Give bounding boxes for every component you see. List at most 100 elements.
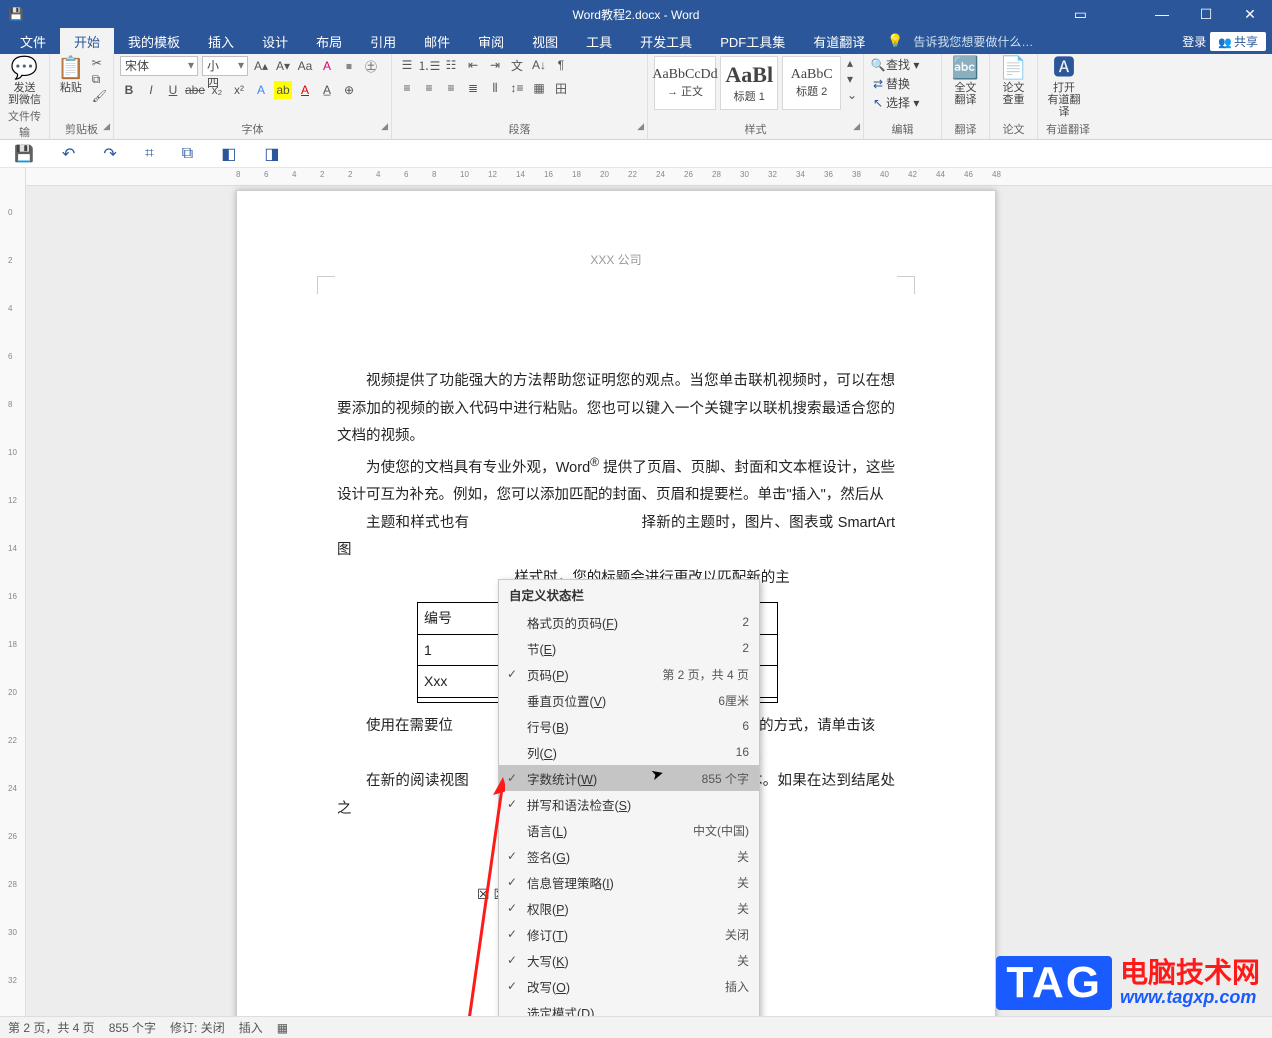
tab-developer[interactable]: 开发工具 — [626, 28, 706, 55]
horizontal-ruler[interactable]: 8642246810121416182022242628303234363840… — [26, 168, 1272, 186]
align-right-icon[interactable]: ≡ — [442, 79, 460, 97]
context-menu-item[interactable]: ✓权限(P)关 — [499, 895, 759, 921]
tab-home[interactable]: 开始 — [60, 28, 114, 55]
text-effects-icon[interactable]: A — [252, 81, 270, 99]
qat-icon1[interactable]: ⌗ — [145, 145, 154, 163]
paste-button[interactable]: 📋粘贴 — [56, 56, 86, 94]
body-paragraph[interactable]: 视频提供了功能强大的方法帮助您证明您的观点。当您单击联机视频时，可以在想要添加的… — [337, 368, 895, 451]
save-icon[interactable]: 💾 — [14, 144, 34, 164]
undo-icon[interactable]: ↶ — [62, 144, 75, 164]
strike-button[interactable]: abe — [186, 81, 204, 99]
thesis-check-button[interactable]: 📄论文 查重 — [996, 56, 1031, 106]
show-marks-icon[interactable]: ¶ — [552, 56, 570, 74]
qat-icon4[interactable]: ◨ — [264, 144, 279, 164]
context-menu-item[interactable]: ✓信息管理策略(I)关 — [499, 869, 759, 895]
tab-pdftools[interactable]: PDF工具集 — [706, 28, 799, 55]
bullets-icon[interactable]: ☰ — [398, 56, 416, 74]
shading-icon[interactable]: ▦ — [530, 79, 548, 97]
find-button[interactable]: 🔍查找 ▾ — [870, 56, 919, 73]
context-menu-item[interactable]: ✓修订(T)关闭 — [499, 921, 759, 947]
status-bar[interactable]: 第 2 页，共 4 页 855 个字 修订: 关闭 插入 ▦ — [0, 1016, 1272, 1038]
context-menu-item[interactable]: 选定模式(D) — [499, 999, 759, 1016]
enclose-char2-icon[interactable]: ⊕ — [340, 81, 358, 99]
copy-icon[interactable]: ⧉ — [92, 72, 107, 87]
tell-me-input[interactable]: 告诉我您想要做什么… — [903, 33, 1033, 50]
tab-file[interactable]: 文件 — [6, 28, 60, 55]
sort-icon[interactable]: A↓ — [530, 56, 548, 74]
style-normal[interactable]: AaBbCcDd→ 正文 — [654, 56, 716, 110]
style-heading1[interactable]: AaBl标题 1 — [720, 56, 778, 110]
font-size-combo[interactable]: 小四 — [202, 56, 248, 76]
char-shading-icon[interactable]: A̲ — [318, 81, 336, 99]
status-wordcount[interactable]: 855 个字 — [109, 1019, 156, 1036]
tab-insert[interactable]: 插入 — [194, 28, 248, 55]
tab-youdao[interactable]: 有道翻译 — [799, 28, 879, 55]
enclose-char-icon[interactable]: ㊏ — [362, 57, 380, 75]
body-paragraph[interactable]: 为使您的文档具有专业外观，Word® 提供了页眉、页脚、封面和文本框设计，这些设… — [337, 451, 895, 510]
tab-review[interactable]: 审阅 — [464, 28, 518, 55]
char-border-icon[interactable]: ⏹ — [340, 57, 358, 75]
borders-icon[interactable]: 田 — [552, 79, 570, 97]
context-menu-item[interactable]: 节(E)2 — [499, 635, 759, 661]
numbering-icon[interactable]: ⒈☰ — [420, 56, 438, 74]
redo-icon[interactable]: ↷ — [103, 144, 116, 164]
distributed-icon[interactable]: ⫴ — [486, 79, 504, 97]
share-button[interactable]: 共享 — [1210, 32, 1266, 51]
underline-button[interactable]: U — [164, 81, 182, 99]
close-button[interactable]: ✕ — [1228, 2, 1272, 27]
full-translate-button[interactable]: 🔤全文 翻译 — [948, 56, 983, 106]
qat-icon3[interactable]: ◧ — [221, 144, 236, 164]
status-macro-icon[interactable]: ▦ — [277, 1021, 288, 1035]
context-menu-item[interactable]: ✓改写(O)插入 — [499, 973, 759, 999]
styles-gallery-more[interactable]: ▴▾⌄ — [847, 56, 857, 102]
dialog-launcher-icon[interactable]: ◢ — [853, 121, 860, 132]
style-heading2[interactable]: AaBbC标题 2 — [782, 56, 840, 110]
cut-icon[interactable]: ✂ — [92, 56, 107, 70]
justify-icon[interactable]: ≣ — [464, 79, 482, 97]
decrease-indent-icon[interactable]: ⇤ — [464, 56, 482, 74]
dialog-launcher-icon[interactable]: ◢ — [103, 121, 110, 132]
tab-design[interactable]: 设计 — [248, 28, 302, 55]
open-youdao-button[interactable]: 🅰打开 有道翻译 — [1044, 56, 1084, 118]
multilevel-icon[interactable]: ☷ — [442, 56, 460, 74]
context-menu-item[interactable]: 行号(B)6 — [499, 713, 759, 739]
context-menu-item[interactable]: 垂直页位置(V)6厘米 — [499, 687, 759, 713]
qat-icon2[interactable]: ⧉ — [182, 145, 193, 163]
status-track[interactable]: 修订: 关闭 — [170, 1019, 225, 1036]
tab-view[interactable]: 视图 — [518, 28, 572, 55]
increase-font-icon[interactable]: A▴ — [252, 57, 270, 75]
vertical-ruler[interactable]: 02468101214161820222426283032 — [0, 168, 26, 1016]
send-to-wechat-button[interactable]: 💬发送 到微信 — [6, 56, 43, 106]
context-menu-item[interactable]: 语言(L)中文(中国) — [499, 817, 759, 843]
dialog-launcher-icon[interactable]: ◢ — [381, 121, 388, 132]
context-menu-item[interactable]: ✓字数统计(W)855 个字 — [499, 765, 759, 791]
tab-references[interactable]: 引用 — [356, 28, 410, 55]
change-case-icon[interactable]: Aa — [296, 57, 314, 75]
ribbon-display-options[interactable]: ▭ — [1069, 4, 1092, 25]
dialog-launcher-icon[interactable]: ◢ — [637, 121, 644, 132]
format-painter-icon[interactable]: 🖌 — [92, 89, 107, 103]
tab-layout[interactable]: 布局 — [302, 28, 356, 55]
increase-indent-icon[interactable]: ⇥ — [486, 56, 504, 74]
phonetic-guide-icon[interactable]: A — [318, 57, 336, 75]
context-menu-item[interactable]: ✓页码(P)第 2 页，共 4 页 — [499, 661, 759, 687]
context-menu-item[interactable]: ✓拼写和语法检查(S) — [499, 791, 759, 817]
superscript-button[interactable]: x² — [230, 81, 248, 99]
tab-tools[interactable]: 工具 — [572, 28, 626, 55]
save-icon[interactable]: 💾 — [6, 4, 26, 24]
replace-button[interactable]: ⇄替换 — [870, 75, 919, 92]
status-insert[interactable]: 插入 — [239, 1019, 263, 1036]
context-menu-item[interactable]: 列(C)16 — [499, 739, 759, 765]
status-page[interactable]: 第 2 页，共 4 页 — [8, 1019, 95, 1036]
line-spacing-icon[interactable]: ↕≡ — [508, 79, 526, 97]
align-left-icon[interactable]: ≡ — [398, 79, 416, 97]
align-center-icon[interactable]: ≡ — [420, 79, 438, 97]
context-menu-item[interactable]: 格式页的页码(F)2 — [499, 609, 759, 635]
font-color-icon[interactable]: A — [296, 81, 314, 99]
asian-layout-icon[interactable]: 文 — [508, 56, 526, 74]
decrease-font-icon[interactable]: A▾ — [274, 57, 292, 75]
maximize-button[interactable]: ☐ — [1184, 2, 1228, 27]
select-button[interactable]: ↖选择 ▾ — [870, 94, 919, 111]
highlight-icon[interactable]: ab — [274, 81, 292, 99]
tab-mytemplates[interactable]: 我的模板 — [114, 28, 194, 55]
